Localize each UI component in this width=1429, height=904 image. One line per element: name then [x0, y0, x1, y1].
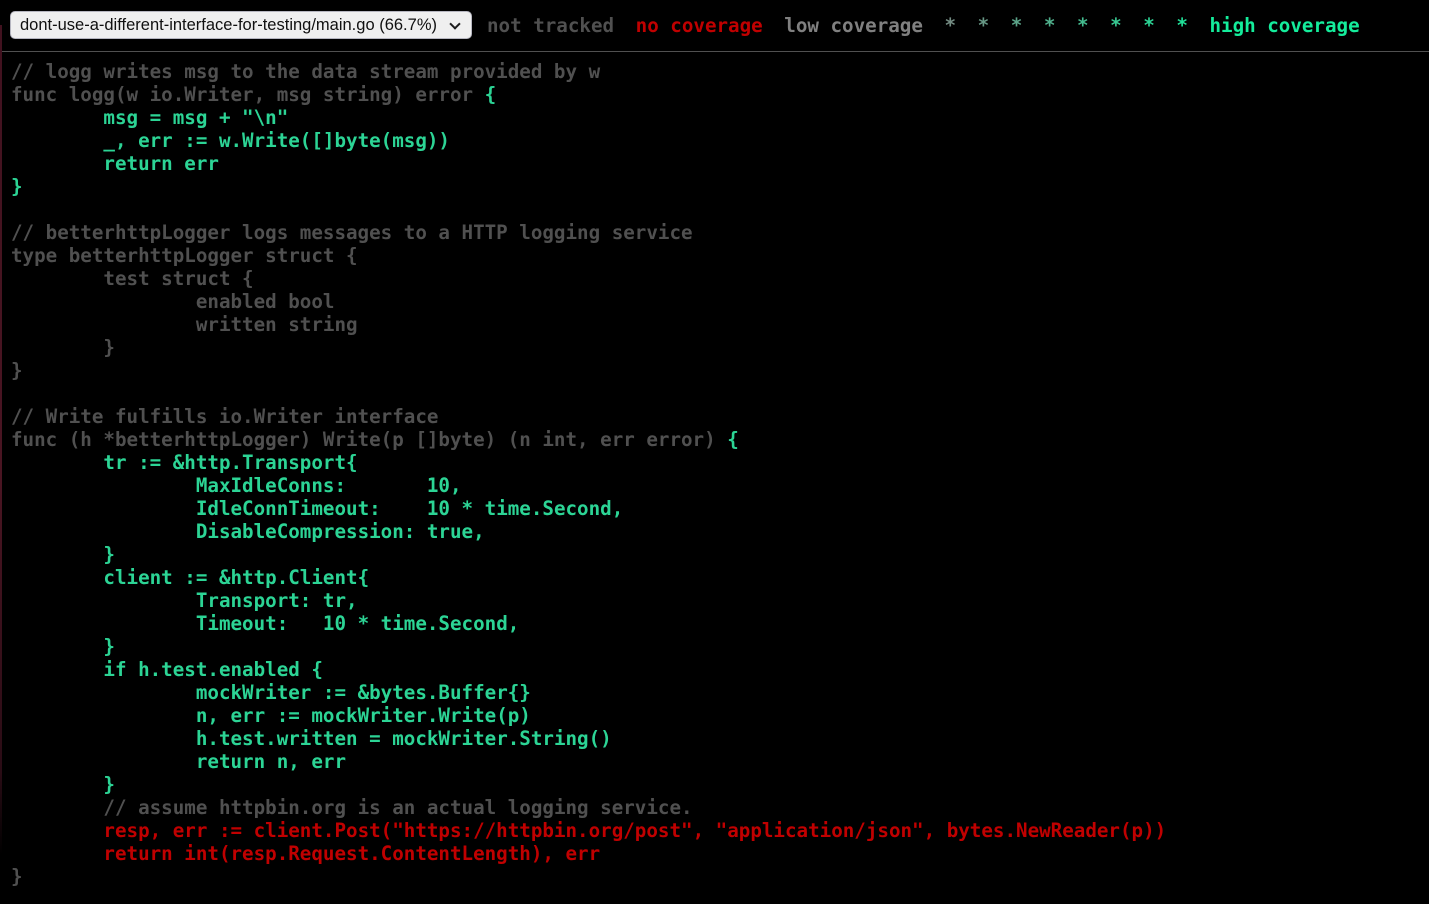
code-segment-uncovered: resp, err := client.Post("https://httpbi… — [11, 819, 1166, 865]
legend-item: high coverage — [1209, 14, 1359, 37]
code-segment-untracked: // betterhttpLogger logs messages to a H… — [11, 221, 727, 451]
legend-item: not tracked — [487, 14, 614, 37]
legend-item: * — [978, 14, 990, 37]
topbar: dont-use-a-different-interface-for-testi… — [0, 0, 1429, 52]
legend-item: no coverage — [636, 14, 763, 37]
legend-item: * — [1077, 14, 1089, 37]
legend-item: * — [1011, 14, 1023, 37]
legend-item: * — [1044, 14, 1056, 37]
legend-item: * — [1143, 14, 1155, 37]
code-segment-untracked: // logg writes msg to the data stream pr… — [11, 60, 600, 106]
coverage-legend: not tracked no coverage low coverage * *… — [482, 14, 1365, 37]
code-segment-covered: { tr := &http.Transport{ MaxIdleConns: 1… — [11, 428, 739, 796]
legend-item: low coverage — [784, 14, 923, 37]
legend-item: * — [1110, 14, 1122, 37]
legend-item: * — [1176, 14, 1188, 37]
file-nav: dont-use-a-different-interface-for-testi… — [10, 11, 472, 39]
file-select-wrap: dont-use-a-different-interface-for-testi… — [10, 11, 472, 39]
legend-item: * — [944, 14, 956, 37]
content: // logg writes msg to the data stream pr… — [0, 60, 1429, 888]
code-segment-untracked: } — [11, 865, 23, 888]
code-view: // logg writes msg to the data stream pr… — [11, 60, 1429, 888]
file-select[interactable]: dont-use-a-different-interface-for-testi… — [10, 11, 472, 39]
